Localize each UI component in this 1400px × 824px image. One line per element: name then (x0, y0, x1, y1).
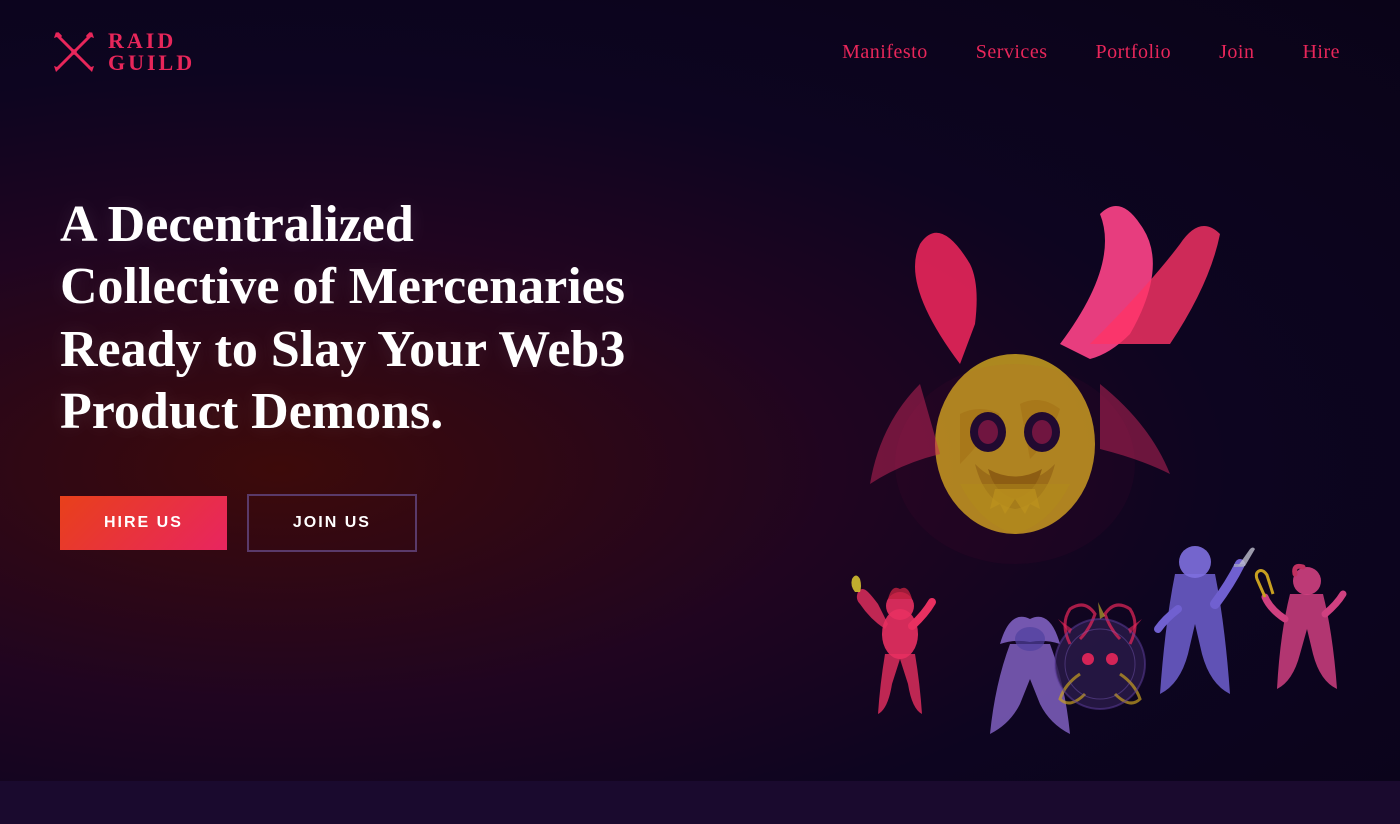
hero-illustration (720, 184, 1370, 824)
nav-links: Manifesto Services Portfolio Join Hire (842, 41, 1340, 64)
nav-services[interactable]: Services (976, 41, 1048, 64)
nav-join[interactable]: Join (1219, 41, 1254, 64)
join-us-button[interactable]: JOIN US (247, 494, 417, 552)
logo-text: RAID GUILd (108, 30, 195, 74)
logo-line2: GUILd (108, 52, 195, 74)
demon-illustration (720, 184, 1370, 824)
nav-manifesto[interactable]: Manifesto (842, 41, 928, 64)
hero-section: A Decentralized Collective of Mercenarie… (60, 164, 640, 552)
nav-portfolio[interactable]: Portfolio (1095, 41, 1171, 64)
swords-icon (50, 28, 98, 76)
logo-line1: RAID (108, 30, 195, 52)
hire-us-button[interactable]: HIRE US (60, 496, 227, 550)
hero-headline: A Decentralized Collective of Mercenarie… (60, 194, 640, 444)
navbar: RAID GUILd Manifesto Services Portfolio … (0, 0, 1400, 104)
cta-buttons: HIRE US JOIN US (60, 494, 640, 552)
nav-hire[interactable]: Hire (1302, 41, 1340, 64)
logo[interactable]: RAID GUILd (50, 28, 195, 76)
main-content: A Decentralized Collective of Mercenarie… (0, 104, 1400, 775)
